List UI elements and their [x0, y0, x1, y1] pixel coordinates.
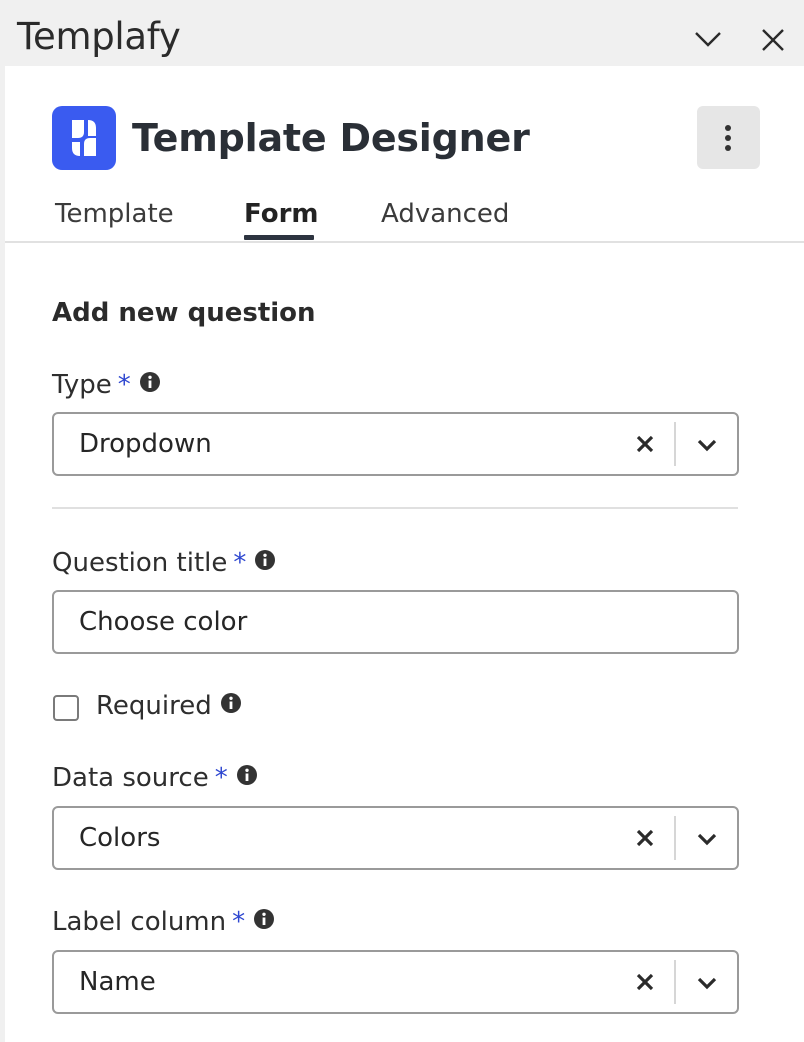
type-label: Type *: [52, 366, 161, 404]
chevron-down-icon[interactable]: [693, 431, 721, 459]
label-column-dropdown[interactable]: Name: [52, 950, 739, 1014]
tabs-divider: [5, 241, 804, 243]
dropdown-separator: [674, 960, 676, 1004]
window-titlebar: Templafy: [0, 0, 804, 66]
question-title-label-text: Question title: [52, 548, 228, 578]
section-title: Add new question: [52, 298, 316, 328]
more-options-button[interactable]: [697, 106, 760, 169]
question-title-value: Choose color: [79, 607, 248, 637]
close-icon: [762, 29, 784, 51]
question-title-label: Question title *: [52, 544, 276, 582]
required-asterisk: *: [117, 370, 131, 400]
type-label-text: Type: [52, 370, 112, 400]
active-tab-indicator: [244, 235, 314, 240]
pane-header: Template Designer Template Form Advanced: [5, 66, 804, 244]
page-title: Template Designer: [132, 116, 530, 160]
data-source-label: Data source *: [52, 759, 258, 797]
required-checkbox[interactable]: [53, 695, 79, 721]
window-title: Templafy: [17, 15, 181, 58]
required-label-text: Required: [96, 691, 212, 721]
question-title-input[interactable]: Choose color: [52, 590, 739, 654]
required-checkbox-label: Required: [96, 686, 242, 726]
info-icon[interactable]: [253, 908, 275, 930]
info-icon[interactable]: [220, 692, 242, 714]
clear-icon[interactable]: [631, 968, 659, 996]
tab-form[interactable]: Form: [244, 194, 318, 234]
label-column-value: Name: [79, 967, 156, 997]
required-asterisk: *: [214, 763, 228, 793]
required-asterisk: *: [233, 548, 247, 578]
dropdown-separator: [674, 422, 676, 466]
label-column-label-text: Label column: [52, 907, 227, 937]
chevron-down-icon[interactable]: [693, 825, 721, 853]
info-icon[interactable]: [254, 549, 276, 571]
divider: [52, 507, 738, 509]
clear-icon[interactable]: [631, 430, 659, 458]
data-source-dropdown[interactable]: Colors: [52, 806, 739, 870]
chevron-down-icon[interactable]: [693, 969, 721, 997]
tab-template[interactable]: Template: [55, 194, 174, 234]
dropdown-separator: [674, 816, 676, 860]
info-icon[interactable]: [139, 371, 161, 393]
label-column-label: Label column *: [52, 903, 275, 941]
info-icon[interactable]: [236, 764, 258, 786]
required-asterisk: *: [232, 907, 246, 937]
task-pane: Template Designer Template Form Advanced…: [5, 66, 804, 1042]
minimize-button[interactable]: [690, 22, 726, 58]
type-dropdown-value: Dropdown: [79, 429, 212, 459]
data-source-value: Colors: [79, 823, 161, 853]
clear-icon[interactable]: [631, 824, 659, 852]
tab-advanced[interactable]: Advanced: [381, 194, 509, 234]
data-source-label-text: Data source: [52, 763, 209, 793]
type-dropdown[interactable]: Dropdown: [52, 412, 739, 476]
templafy-logo-icon: [52, 106, 116, 170]
close-button[interactable]: [755, 22, 791, 58]
more-vertical-icon: [725, 125, 731, 151]
chevron-down-icon: [695, 32, 721, 47]
